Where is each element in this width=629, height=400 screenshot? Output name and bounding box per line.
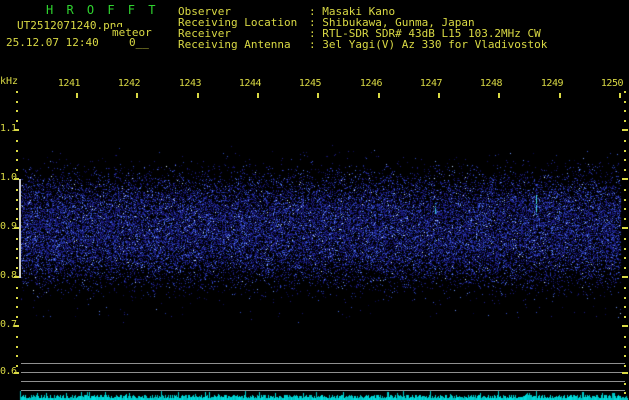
x-tick-label: 1250 — [600, 78, 624, 89]
axis-tick — [624, 169, 626, 171]
axis-tick — [16, 248, 18, 250]
x-tick-label: 1241 — [57, 78, 81, 89]
axis-tick — [16, 238, 18, 240]
signal-ref-line — [21, 372, 625, 373]
axis-tick — [622, 129, 628, 131]
signal-ref-line — [21, 363, 625, 364]
colon-separator: : — [309, 38, 323, 51]
x-tick-label: 1244 — [238, 78, 262, 89]
capture-filename: UT2512071240.png — [17, 19, 123, 32]
axis-tick — [624, 297, 626, 299]
axis-tick — [76, 93, 78, 98]
axis-tick — [622, 276, 628, 278]
axis-tick — [624, 150, 626, 152]
y-tick-label: 0.6 — [0, 366, 17, 377]
axis-tick — [317, 93, 319, 98]
info-row-antenna: Receiving Antenna: 3el Yagi(V) Az 330 fo… — [178, 39, 547, 50]
axis-tick — [619, 93, 621, 98]
station-info: Observer: Masaki Kano Receiving Location… — [178, 6, 547, 50]
axis-tick — [624, 110, 626, 112]
axis-tick — [624, 336, 626, 338]
axis-tick — [16, 199, 18, 201]
axis-tick — [16, 346, 18, 348]
x-tick-label: 1249 — [540, 78, 564, 89]
signal-ref-line — [21, 390, 625, 391]
signal-ref-line — [21, 381, 625, 382]
axis-tick — [559, 93, 561, 98]
axis-tick — [624, 355, 626, 357]
axis-tick — [624, 120, 626, 122]
axis-tick — [16, 150, 18, 152]
axis-tick — [16, 336, 18, 338]
band-marker-line — [19, 179, 21, 278]
axis-tick — [622, 178, 628, 180]
axis-tick — [16, 297, 18, 299]
y-tick-label: 1.0 — [0, 172, 17, 183]
axis-tick — [624, 316, 626, 318]
axis-tick — [622, 227, 628, 229]
spectrogram-canvas — [0, 0, 629, 400]
axis-tick — [16, 316, 18, 318]
axis-tick — [622, 372, 628, 374]
y-axis-unit: kHz — [0, 76, 19, 87]
axis-tick — [16, 218, 18, 220]
axis-tick — [624, 159, 626, 161]
axis-tick — [624, 218, 626, 220]
info-value: 3el Yagi(V) Az 330 for Vladivostok — [322, 38, 548, 51]
x-tick-label: 1246 — [359, 78, 383, 89]
axis-tick — [624, 267, 626, 269]
axis-tick — [624, 238, 626, 240]
y-tick-label: 0.9 — [0, 221, 17, 232]
x-tick-label: 1243 — [178, 78, 202, 89]
info-label: Receiving Antenna — [178, 38, 291, 51]
axis-tick — [16, 91, 18, 93]
hrofft-screen: H R O F F T UT2512071240.png meteor 25.1… — [0, 0, 629, 400]
axis-tick — [16, 140, 18, 142]
axis-tick — [16, 208, 18, 210]
axis-tick — [622, 325, 628, 327]
axis-tick — [624, 208, 626, 210]
datetime-display: 25.12.07 12:40 — [6, 36, 99, 49]
x-tick-label: 1242 — [117, 78, 141, 89]
axis-tick — [624, 392, 626, 394]
axis-tick — [16, 189, 18, 191]
axis-tick — [16, 306, 18, 308]
axis-tick — [16, 257, 18, 259]
x-tick-label: 1245 — [298, 78, 322, 89]
axis-tick — [624, 383, 626, 385]
axis-tick — [378, 93, 380, 98]
axis-tick — [624, 346, 626, 348]
axis-tick — [16, 120, 18, 122]
x-tick-label: 1247 — [419, 78, 443, 89]
axis-tick — [136, 93, 138, 98]
axis-tick — [438, 93, 440, 98]
axis-tick — [624, 248, 626, 250]
meteor-counter: 0__ — [129, 36, 149, 49]
app-title: H R O F F T — [46, 3, 159, 17]
axis-tick — [624, 101, 626, 103]
axis-tick — [624, 91, 626, 93]
axis-tick — [16, 101, 18, 103]
y-tick-label: 0.8 — [0, 270, 17, 281]
axis-tick — [197, 93, 199, 98]
axis-tick — [16, 287, 18, 289]
axis-tick — [16, 110, 18, 112]
axis-tick — [16, 355, 18, 357]
axis-tick — [16, 267, 18, 269]
axis-tick — [16, 159, 18, 161]
axis-tick — [624, 199, 626, 201]
axis-tick — [257, 93, 259, 98]
axis-tick — [16, 169, 18, 171]
axis-tick — [624, 365, 626, 367]
y-tick-label: 1.1 — [0, 123, 17, 134]
axis-tick — [498, 93, 500, 98]
axis-tick — [624, 306, 626, 308]
axis-tick — [624, 257, 626, 259]
axis-tick — [624, 287, 626, 289]
y-tick-label: 0.7 — [0, 319, 17, 330]
axis-tick — [624, 140, 626, 142]
x-tick-label: 1248 — [479, 78, 503, 89]
axis-tick — [624, 189, 626, 191]
